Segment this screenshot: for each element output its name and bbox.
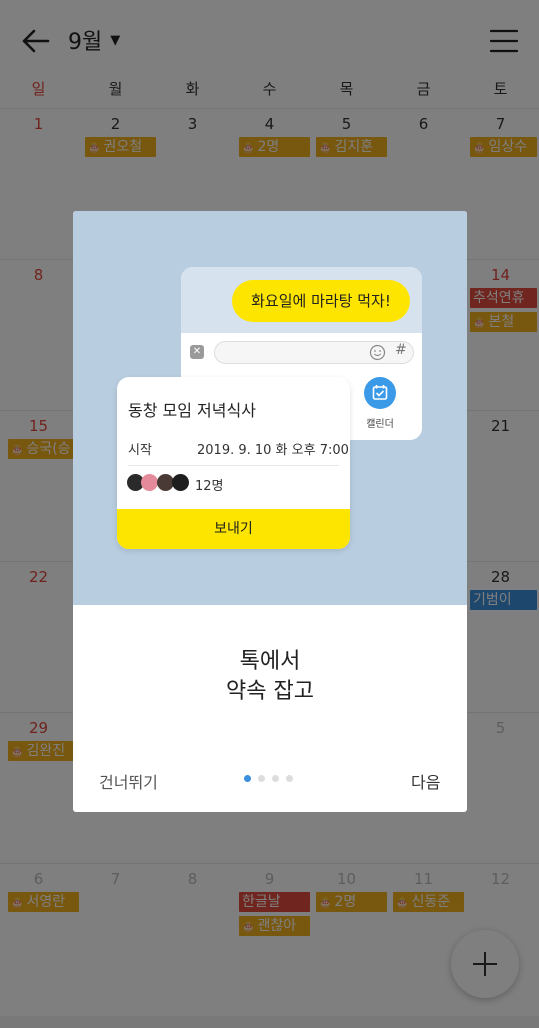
- page-dot: [286, 775, 293, 782]
- onboarding-modal: 화요일에 마라탕 먹자! ✕ # 캘린더 동창 모임 저녁식사 시작 2019.…: [73, 211, 467, 812]
- headline-line-2: 약속 잡고: [226, 679, 314, 704]
- headline: 톡에서 약속 잡고: [73, 647, 467, 707]
- event-title: 동창 모임 저녁식사: [128, 401, 256, 420]
- illustration: 화요일에 마라탕 먹자! ✕ # 캘린더 동창 모임 저녁식사 시작 2019.…: [73, 211, 467, 605]
- close-icon: ✕: [190, 345, 204, 359]
- chat-input: #: [214, 341, 414, 364]
- headline-line-1: 톡에서: [239, 649, 301, 674]
- next-button[interactable]: 다음: [411, 769, 440, 793]
- calendar-label: 캘린더: [366, 419, 394, 430]
- send-button: 보내기: [117, 509, 350, 549]
- hash-icon: #: [395, 342, 407, 358]
- chat-bubble: 화요일에 마라탕 먹자!: [232, 280, 410, 322]
- page-indicator: [244, 775, 304, 783]
- avatar: [141, 474, 158, 491]
- smile-icon: [369, 344, 386, 361]
- page-dot: [258, 775, 265, 782]
- page-dot: [272, 775, 279, 782]
- page-dot: [244, 775, 251, 782]
- attendee-count: 12명: [195, 479, 224, 494]
- attendee-avatars: [127, 474, 189, 492]
- chat-input-row: ✕ #: [181, 337, 422, 367]
- divider: [128, 465, 339, 466]
- start-label: 시작: [128, 443, 152, 458]
- skip-button[interactable]: 건너뛰기: [99, 769, 158, 793]
- calendar-check-icon: [364, 377, 396, 409]
- avatar: [172, 474, 189, 491]
- start-datetime: 2019. 9. 10 화 오후 7:00: [197, 443, 349, 458]
- event-invite-card: 동창 모임 저녁식사 시작 2019. 9. 10 화 오후 7:00 12명 …: [117, 377, 350, 549]
